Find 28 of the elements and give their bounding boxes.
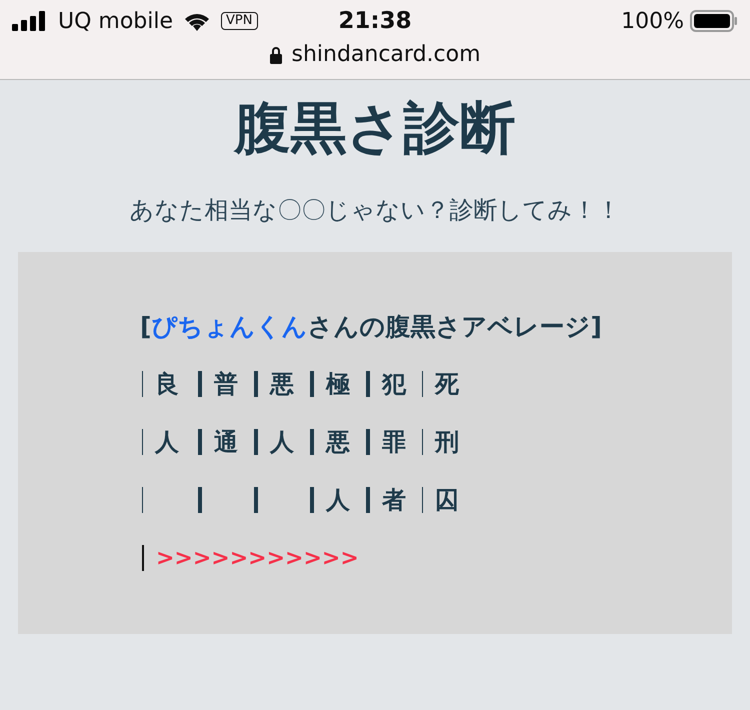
scale-char: 犯 [382,369,408,400]
scale-char: 刑 [435,427,460,458]
scale-char: 死 [435,369,460,400]
scale-char: 人 [326,485,351,516]
carrier-name: UQ mobile [58,8,174,34]
url-text[interactable]: shindancard.com [291,42,481,67]
scale-char: 普 [214,369,239,400]
scale-char: 罪 [382,427,407,458]
signal-icon [12,11,48,31]
scale-char: 人 [270,427,295,458]
scale-char: 悪 [270,369,295,400]
clock-time: 21:38 [338,8,412,34]
scale-char: 囚 [435,485,460,516]
scale-char: 人 [155,427,180,458]
lock-icon [269,46,284,64]
battery-percent: 100% [621,8,684,34]
scale-char: 悪 [326,427,351,458]
page-title: 腹黒さ診断 [232,95,516,163]
page-subtitle: あなた相当な〇〇じゃない？診断してみ！！ [128,195,622,226]
vpn-badge: VPN [221,12,258,30]
result-heading: [ぴちょんくんさんの腹黒さアベレージ] [140,311,603,343]
score-marker: >>>>>>>>>>> [156,546,359,570]
scale-char: 極 [326,369,351,400]
scale-char: 良 [155,369,180,400]
scale-char: 通 [214,427,239,458]
scale-char: 者 [382,485,407,516]
battery-icon [690,10,738,32]
wifi-icon [183,11,212,31]
